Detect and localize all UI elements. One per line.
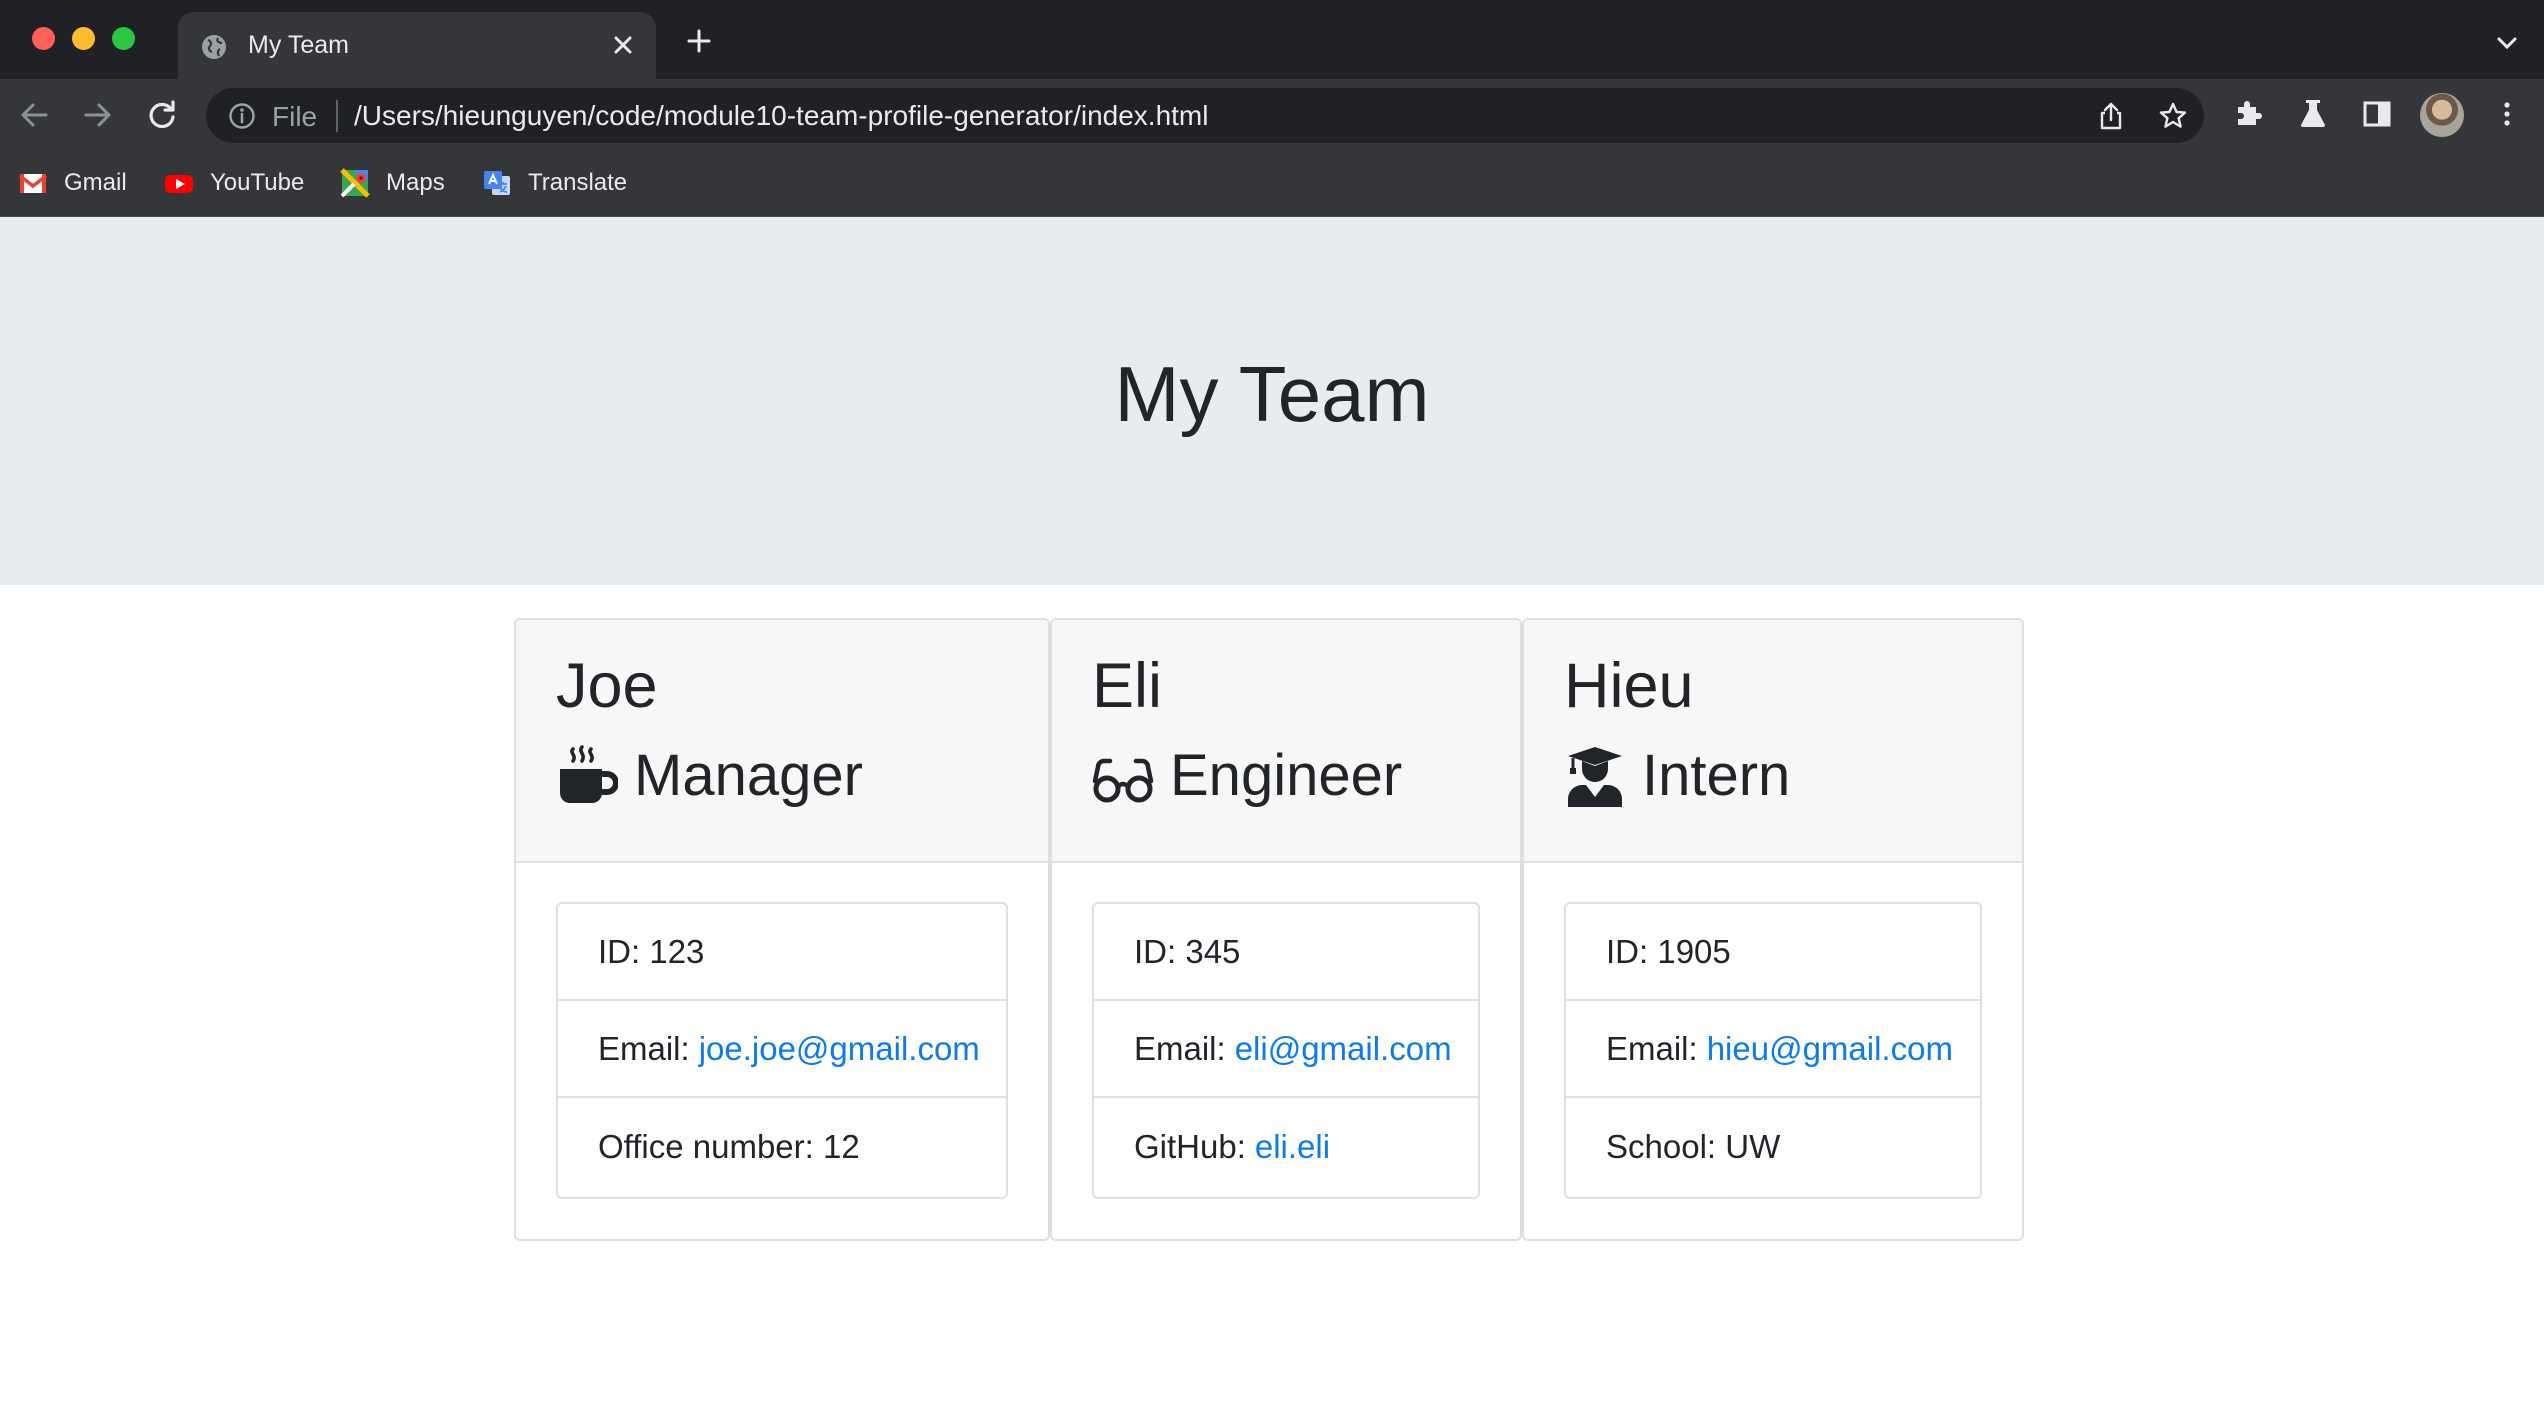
role-label: Engineer [1170,743,1403,808]
labs-flask-icon[interactable] [2296,97,2330,131]
card-header: Hieu Intern [1524,620,2022,863]
role-label: Manager [634,743,863,808]
bookmark-translate[interactable]: Translate [482,165,627,201]
reload-icon[interactable] [144,97,180,133]
user-graduate-icon [1568,746,1622,807]
employee-id: ID: 345 [1094,904,1478,1001]
browser-toolbar: File /Users/hieunguyen/code/module10-tea… [0,79,2544,151]
employee-details: ID: 1905 Email: hieu@gmail.com School: U… [1564,902,1982,1199]
card-header: Joe Manager [516,620,1048,863]
employee-id: ID: 1905 [1566,904,1980,1001]
info-icon[interactable] [228,102,256,130]
email-label: Email: [598,1029,690,1067]
id-text: ID: 345 [1134,932,1241,970]
employee-name: Hieu [1564,651,1694,721]
github-link[interactable]: eli.eli [1255,1128,1330,1166]
new-tab-icon[interactable] [686,28,712,54]
email-label: Email: [1134,1029,1226,1067]
back-arrow-icon[interactable] [16,97,52,133]
employee-card-intern: Hieu Intern ID: 1905 Email: hieu@gmail.c… [1522,618,2024,1241]
maps-icon [340,168,370,198]
bookmark-label: YouTube [210,169,305,196]
close-tab-icon[interactable] [610,32,636,58]
address-divider [336,100,338,132]
url-text[interactable]: /Users/hieunguyen/code/module10-team-pro… [354,100,1208,132]
employee-name: Eli [1092,651,1163,721]
browser-tab-bar: My Team [0,0,2544,79]
bookmarks-bar: Gmail YouTube Maps Translate [0,151,2544,217]
school: School: UW [1566,1098,1980,1195]
youtube-icon [165,175,193,193]
office-number: Office number: 12 [558,1098,1006,1195]
globe-icon [202,35,226,59]
bookmark-label: Translate [528,169,628,196]
card-header: Eli Engineer [1052,620,1520,863]
tab-search-chevron-icon[interactable] [2496,36,2518,50]
email-link[interactable]: joe.joe@gmail.com [699,1030,980,1068]
role-label: Intern [1642,743,1791,808]
email-label: Email: [1606,1029,1698,1067]
bookmark-label: Gmail [64,169,127,196]
github-label: GitHub: [1134,1127,1246,1165]
browser-tab[interactable]: My Team [178,12,656,79]
side-panel-icon[interactable] [2360,97,2394,131]
maximize-window-button[interactable] [112,27,135,50]
page-header: My Team [0,217,2544,585]
bookmark-label: Maps [386,169,445,196]
extensions-puzzle-icon[interactable] [2232,97,2266,131]
minimize-window-button[interactable] [72,27,95,50]
email-link[interactable]: hieu@gmail.com [1707,1030,1953,1068]
employee-details: ID: 345 Email: eli@gmail.com GitHub: eli… [1092,902,1480,1199]
bookmark-youtube[interactable]: YouTube [164,165,304,201]
more-menu-icon[interactable] [2490,97,2524,131]
github: GitHub: eli.eli [1094,1098,1478,1195]
school-text: School: UW [1606,1127,1781,1165]
close-window-button[interactable] [32,27,55,50]
id-text: ID: 123 [598,932,705,970]
employee-id: ID: 123 [558,904,1006,1001]
glasses-icon [1092,758,1154,802]
email-link[interactable]: eli@gmail.com [1235,1030,1452,1068]
employee-card-manager: Joe Manager ID: 123 Email: joe.joe@gmail… [514,618,1050,1241]
forward-arrow-icon[interactable] [80,97,116,133]
employee-details: ID: 123 Email: joe.joe@gmail.com Office … [556,902,1008,1199]
employee-email: Email: eli@gmail.com [1094,1001,1478,1098]
office-number-text: Office number: 12 [598,1127,860,1165]
employee-name: Joe [556,651,658,721]
employee-email: Email: joe.joe@gmail.com [558,1001,1006,1098]
employee-card-engineer: Eli Engineer ID: 345 Email: eli@gmail.co… [1050,618,1522,1241]
tab-title: My Team [248,31,349,59]
bookmark-maps[interactable]: Maps [340,165,445,201]
bookmark-star-icon[interactable] [2158,101,2188,131]
profile-avatar[interactable] [2420,93,2464,137]
translate-icon [484,171,510,195]
page-title: My Team [1114,350,1430,438]
address-bar[interactable]: File /Users/hieunguyen/code/module10-tea… [206,88,2204,143]
gmail-icon [18,174,48,193]
employee-role: Manager [556,742,863,809]
employee-role: Intern [1564,742,1790,809]
employee-email: Email: hieu@gmail.com [1566,1001,1980,1098]
scheme-label: File [272,101,318,132]
share-icon[interactable] [2096,101,2126,131]
employee-role: Engineer [1092,742,1402,809]
bookmark-gmail[interactable]: Gmail [18,165,127,201]
mug-hot-icon [560,744,618,803]
id-text: ID: 1905 [1606,932,1731,970]
